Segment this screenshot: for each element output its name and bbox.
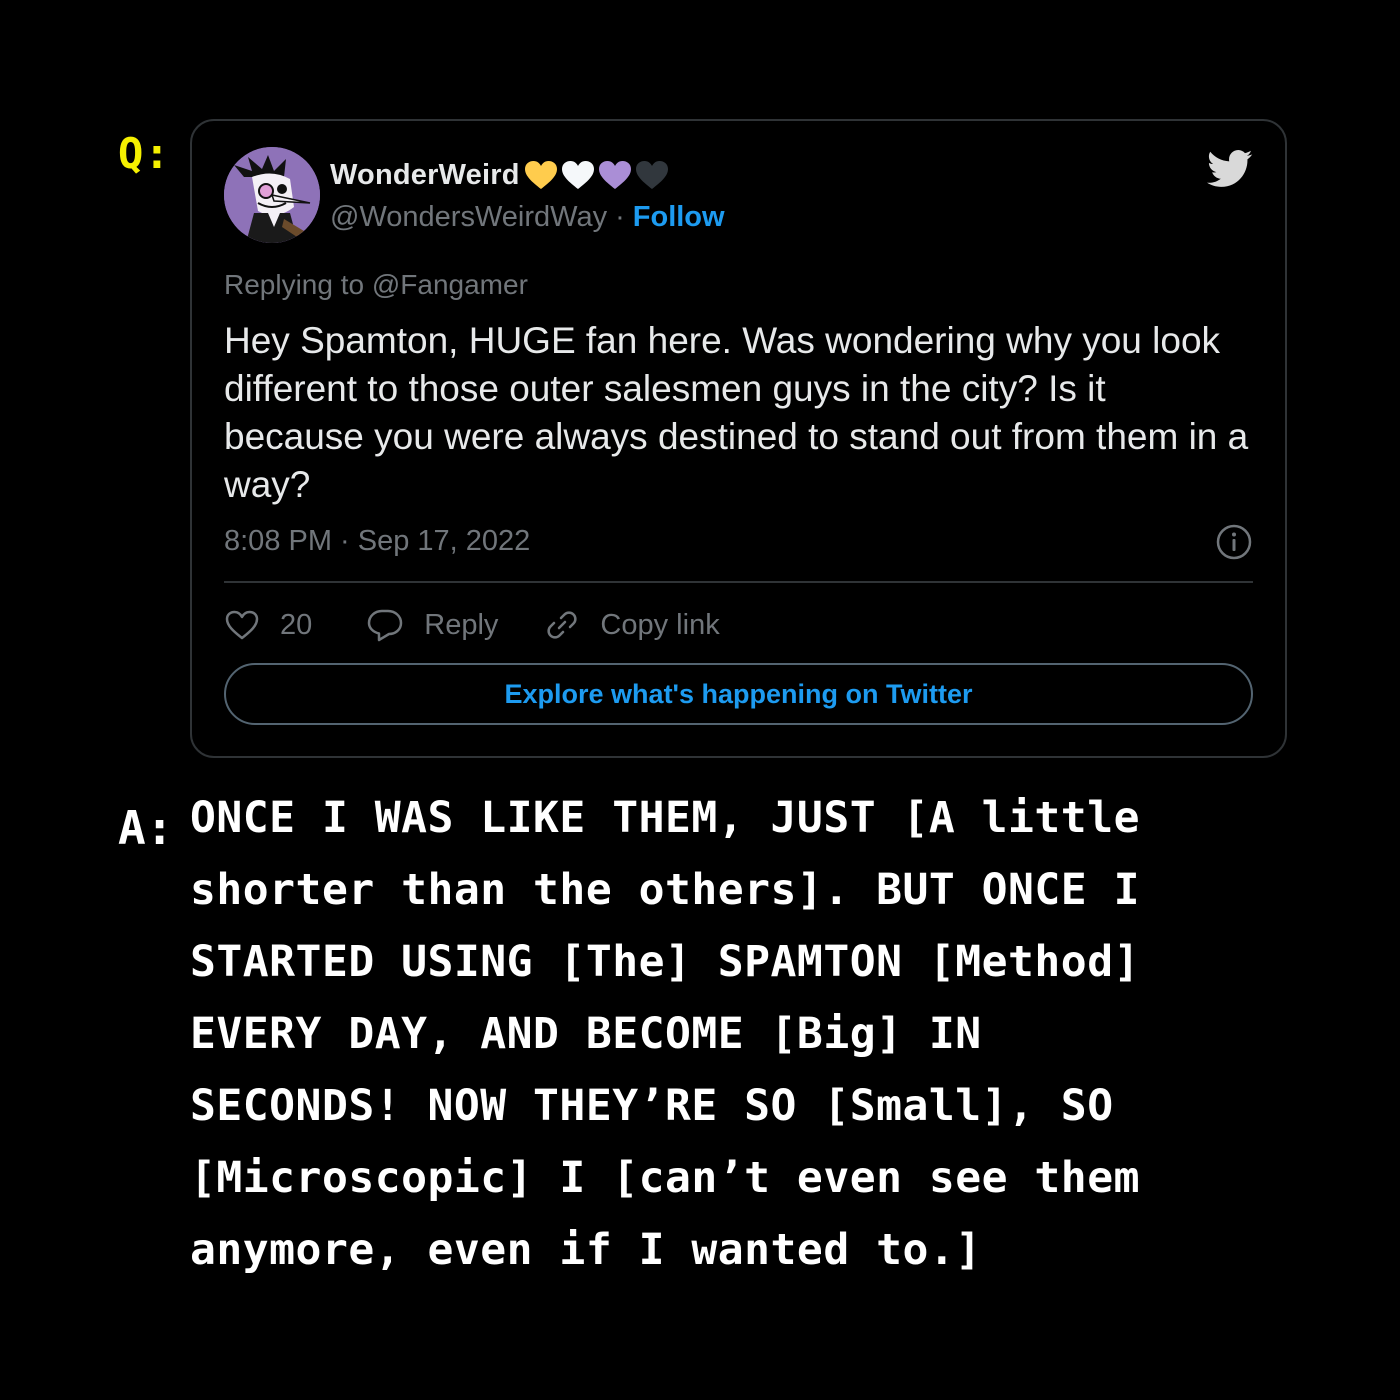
avatar[interactable] bbox=[224, 147, 320, 243]
name-emoji-hearts bbox=[524, 160, 672, 190]
answer-line: [Microscopic] I [can’t even see them bbox=[190, 1153, 1140, 1203]
answer-line: STARTED USING [The] SPAMTON [Method] bbox=[190, 937, 1140, 987]
like-count: 20 bbox=[280, 608, 313, 641]
question-label: Q: bbox=[118, 129, 171, 178]
divider bbox=[224, 581, 1253, 583]
like-button[interactable]: 20 bbox=[224, 609, 312, 642]
speech-bubble-icon bbox=[368, 609, 403, 642]
answer-label: A: bbox=[118, 801, 174, 855]
explore-twitter-button[interactable]: Explore what's happening on Twitter bbox=[224, 663, 1253, 725]
heart-outline-icon bbox=[225, 610, 259, 640]
black-heart-icon bbox=[635, 161, 668, 189]
copy-link-button[interactable]: Copy link bbox=[544, 607, 720, 643]
tweet-text: Hey Spamton, HUGE fan here. Was wonderin… bbox=[224, 320, 1249, 505]
answer-line: shorter than the others]. BUT ONCE I bbox=[190, 865, 1140, 915]
reply-label: Reply bbox=[424, 608, 499, 641]
handle-row: @WondersWeirdWay · Follow bbox=[330, 197, 725, 237]
white-heart-icon bbox=[561, 161, 594, 189]
reply-button[interactable]: Reply bbox=[366, 608, 498, 642]
answer-line: SECONDS! NOW THEY’RE SO [Small], SO bbox=[190, 1081, 1114, 1131]
explore-button-label: Explore what's happening on Twitter bbox=[504, 678, 973, 709]
purple-heart-icon bbox=[598, 161, 631, 189]
display-name[interactable]: WonderWeird bbox=[330, 159, 520, 192]
copy-link-label: Copy link bbox=[600, 608, 720, 641]
tweet-embed-card: WonderWeird @WondersWeirdWay · Follow Re… bbox=[190, 119, 1287, 758]
separator: · bbox=[615, 200, 625, 233]
answer-text: ONCE I WAS LIKE THEM, JUST [A little sho… bbox=[190, 782, 1300, 1286]
answer-line: anymore, even if I wanted to.] bbox=[190, 1225, 982, 1275]
tweet-timestamp[interactable]: 8:08 PM · Sep 17, 2022 bbox=[224, 525, 530, 558]
answer-line: ONCE I WAS LIKE THEM, JUST [A little bbox=[190, 793, 1140, 843]
twitter-bird-icon[interactable] bbox=[1207, 149, 1253, 189]
tweet-actions: 20 Reply Copy link bbox=[224, 603, 720, 647]
answer-line: EVERY DAY, AND BECOME [Big] IN bbox=[190, 1009, 982, 1059]
follow-link[interactable]: Follow bbox=[633, 201, 725, 234]
replying-to: Replying to @Fangamer bbox=[224, 269, 528, 300]
link-icon bbox=[547, 611, 578, 639]
yellow-heart-icon bbox=[524, 161, 557, 189]
user-handle[interactable]: @WondersWeirdWay bbox=[330, 201, 607, 234]
avatar-image bbox=[224, 147, 320, 243]
display-name-row: WonderWeird bbox=[330, 155, 672, 195]
info-icon[interactable] bbox=[1215, 523, 1253, 561]
